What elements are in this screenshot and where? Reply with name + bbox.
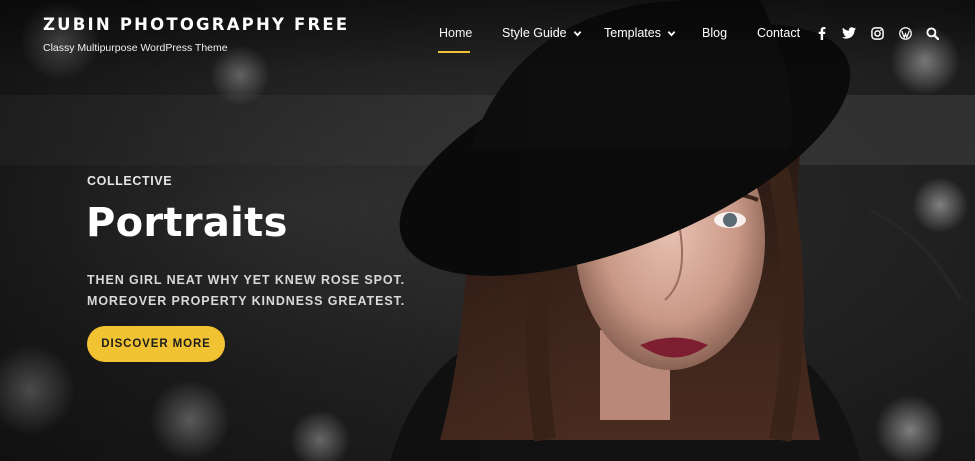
discover-more-button[interactable]: DISCOVER MORE (87, 326, 225, 362)
nav-item-contact[interactable]: Contact (757, 25, 800, 41)
nav-item-label: Contact (757, 26, 801, 40)
wordpress-icon[interactable] (898, 26, 912, 40)
facebook-icon[interactable] (815, 26, 829, 40)
nav-item-label: Style Guide (502, 26, 567, 40)
nav-item-blog[interactable]: Blog (702, 25, 727, 41)
hero-headline: Portraits (86, 200, 288, 246)
nav-active-indicator (438, 51, 470, 53)
nav-item-style-guide[interactable]: Style Guide (502, 25, 582, 41)
hero-subline-1: THEN GIRL NEAT WHY YET KNEW ROSE SPOT. (87, 273, 406, 287)
chevron-down-icon (667, 30, 676, 36)
discover-more-label: DISCOVER MORE (101, 338, 211, 350)
nav-item-label: Home (439, 26, 473, 40)
hero-subline-2: MOREOVER PROPERTY KINDNESS GREATEST. (87, 294, 406, 308)
hero-eyebrow: COLLECTIVE (87, 174, 173, 188)
search-icon[interactable] (925, 26, 939, 40)
nav-item-label: Templates (604, 26, 661, 40)
instagram-icon[interactable] (870, 26, 884, 40)
nav-item-templates[interactable]: Templates (604, 25, 676, 41)
nav-item-home[interactable]: Home (439, 25, 472, 41)
twitter-icon[interactable] (842, 26, 856, 40)
nav-item-label: Blog (702, 26, 728, 40)
chevron-down-icon (573, 30, 581, 36)
